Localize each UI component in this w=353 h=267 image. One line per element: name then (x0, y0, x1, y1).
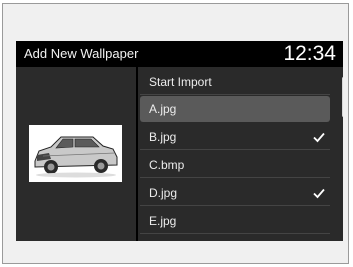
list-item[interactable]: C.bmp (140, 152, 330, 178)
list-item-label: D.jpg (149, 186, 178, 200)
list-item-label: B.jpg (149, 130, 177, 144)
preview-pane (16, 67, 136, 241)
list-item[interactable]: Start Import (140, 69, 330, 95)
list-item-label: A.jpg (149, 102, 177, 116)
list-item-label: E.jpg (149, 214, 177, 228)
suv-car-icon (34, 136, 118, 178)
file-list: Start Import A.jpg B.jpg C.bmp D.jpg E.j… (138, 67, 343, 241)
list-item[interactable]: D.jpg (140, 180, 330, 206)
page-title: Add New Wallpaper (24, 46, 139, 61)
list-item[interactable]: E.jpg (140, 208, 330, 234)
clock: 12:34 (283, 42, 336, 65)
list-item-label: Start Import (149, 75, 212, 89)
list-item[interactable]: A.jpg (140, 96, 330, 122)
list-item[interactable]: B.jpg (140, 124, 330, 150)
check-icon (313, 132, 325, 143)
scrollbar[interactable] (342, 77, 343, 117)
list-item-label: C.bmp (149, 158, 185, 172)
screen-header: Add New Wallpaper 12:34 (16, 41, 343, 67)
display-screen: Add New Wallpaper 12:34 Start Import A.j… (16, 41, 343, 241)
wallpaper-preview-image (29, 125, 122, 182)
figure-frame: Add New Wallpaper 12:34 Start Import A.j… (2, 3, 349, 264)
check-icon (313, 188, 325, 199)
